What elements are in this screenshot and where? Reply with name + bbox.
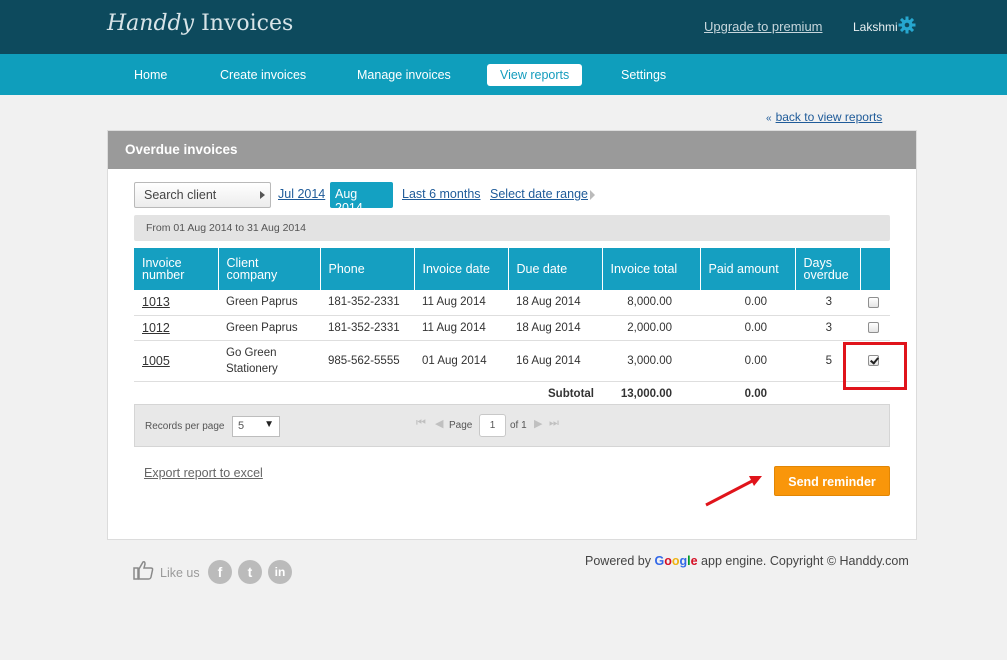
invoice-date: 11 Aug 2014 [414,315,508,341]
page-of-label: of 1 [510,420,527,431]
range-jul-2014[interactable]: Jul 2014 [278,187,325,201]
powered-by-text: Powered by Google app engine. Copyright … [585,554,909,568]
invoice-date: 01 Aug 2014 [414,340,508,382]
row-select-cell [860,290,890,316]
page-label: Page [449,420,473,431]
paid-amount: 0.00 [700,290,795,316]
subtotal-label: Subtotal [548,387,594,400]
col-invoice-total[interactable]: Invoice total [602,248,701,290]
due-date: 18 Aug 2014 [508,290,602,316]
search-client-dropdown[interactable]: Search client [134,182,271,208]
nav-settings[interactable]: Settings [621,64,666,86]
subtotal-paid: 0.00 [744,387,767,400]
row-select-cell [860,315,890,341]
col-due-date[interactable]: Due date [508,248,603,290]
paid-amount: 0.00 [700,340,795,382]
invoice-table: Invoice number Client company Phone Invoic… [134,248,890,406]
first-page-icon[interactable]: ⏮ [416,417,426,430]
subtotal-row: Subtotal 13,000.00 0.00 [134,381,890,406]
paid-amount: 0.00 [700,315,795,341]
subtotal-total: 13,000.00 [620,387,672,400]
days-overdue: 3 [795,315,860,341]
due-date: 18 Aug 2014 [508,315,602,341]
due-date: 16 Aug 2014 [508,340,602,382]
next-page-icon[interactable]: ▶ [534,417,542,430]
table-row: 1005 Go Green Stationery 985-562-5555 01 … [134,340,890,382]
double-chevron-left-icon: « [766,113,772,124]
annotation-highlight-box [843,342,907,390]
invoice-total: 3,000.00 [602,340,700,382]
row-checkbox[interactable] [868,321,879,333]
col-select [860,248,890,290]
last-page-icon[interactable]: ⏭ [549,417,559,430]
page-number-input[interactable]: 1 [479,414,506,437]
records-per-page-select[interactable]: 5 ▼ [232,416,280,437]
upgrade-premium-link[interactable]: Upgrade to premium [704,19,823,34]
date-range-summary: From 01 Aug 2014 to 31 Aug 2014 [134,215,890,241]
phone: 181-352-2331 [320,290,414,316]
phone: 181-352-2331 [320,315,414,341]
send-reminder-button[interactable]: Send reminder [774,466,890,496]
invoice-total: 8,000.00 [602,290,700,316]
invoice-date: 11 Aug 2014 [414,290,508,316]
panel-title: Overdue invoices [108,131,916,169]
days-overdue: 3 [795,290,860,316]
invoice-total: 2,000.00 [602,315,700,341]
main-nav: Home Create invoices Manage invoices Vie… [0,54,1007,95]
col-phone[interactable]: Phone [320,248,415,290]
top-header: Handdy Invoices Upgrade to premium Laksh… [0,0,1007,54]
col-client-company[interactable]: Client company [218,248,321,290]
table-header-row: Invoice number Client company Phone Invoic… [134,248,890,290]
triangle-down-icon: ▼ [264,419,274,430]
row-checkbox[interactable] [868,296,879,308]
client-company: Go Green Stationery [218,340,320,382]
export-excel-link[interactable]: Export report to excel [144,466,263,480]
table-row: 1012 Green Paprus 181-352-2331 11 Aug 20… [134,315,890,341]
col-invoice-date[interactable]: Invoice date [414,248,509,290]
linkedin-icon[interactable]: in [268,560,292,584]
nav-manage-invoices[interactable]: Manage invoices [357,64,451,86]
caret-right-icon [590,190,595,200]
invoice-number-link[interactable]: 1005 [134,340,218,382]
nav-view-reports[interactable]: View reports [487,64,583,86]
range-aug-2014[interactable]: Aug 2014 [330,182,393,215]
user-name[interactable]: Lakshmi [853,20,898,34]
client-company: Green Paprus [218,315,320,341]
facebook-icon[interactable]: f [208,560,232,584]
caret-right-icon [260,191,265,199]
col-paid-amount[interactable]: Paid amount [700,248,796,290]
pagination-bar: Records per page 5 ▼ ⏮ ◀ Page 1 of 1 ▶ ⏭ [134,404,890,447]
overdue-invoices-panel: Overdue invoices Search client Jul 2014 … [107,130,917,540]
app-logo[interactable]: Handdy Invoices [107,11,293,36]
annotation-arrow-icon [705,476,762,507]
client-company: Green Paprus [218,290,320,316]
gear-icon[interactable] [898,16,916,34]
twitter-icon[interactable]: t [238,560,262,584]
phone: 985-562-5555 [320,340,414,382]
range-last-6-months[interactable]: Last 6 months [402,187,481,201]
google-logo: Google [654,554,698,568]
invoice-number-link[interactable]: 1012 [134,315,218,341]
nav-home[interactable]: Home [134,64,167,86]
back-to-reports-link[interactable]: «back to view reports [766,110,882,124]
prev-page-icon[interactable]: ◀ [435,417,443,430]
table-row: 1013 Green Paprus 181-352-2331 11 Aug 20… [134,290,890,316]
nav-create-invoices[interactable]: Create invoices [220,64,306,86]
invoice-number-link[interactable]: 1013 [134,290,218,316]
col-invoice-number[interactable]: Invoice number [134,248,219,290]
col-days-overdue[interactable]: Days overdue [795,248,861,290]
records-per-page-label: Records per page [145,421,225,432]
thumbs-up-icon [133,561,154,580]
range-select-date[interactable]: Select date range [490,187,588,201]
